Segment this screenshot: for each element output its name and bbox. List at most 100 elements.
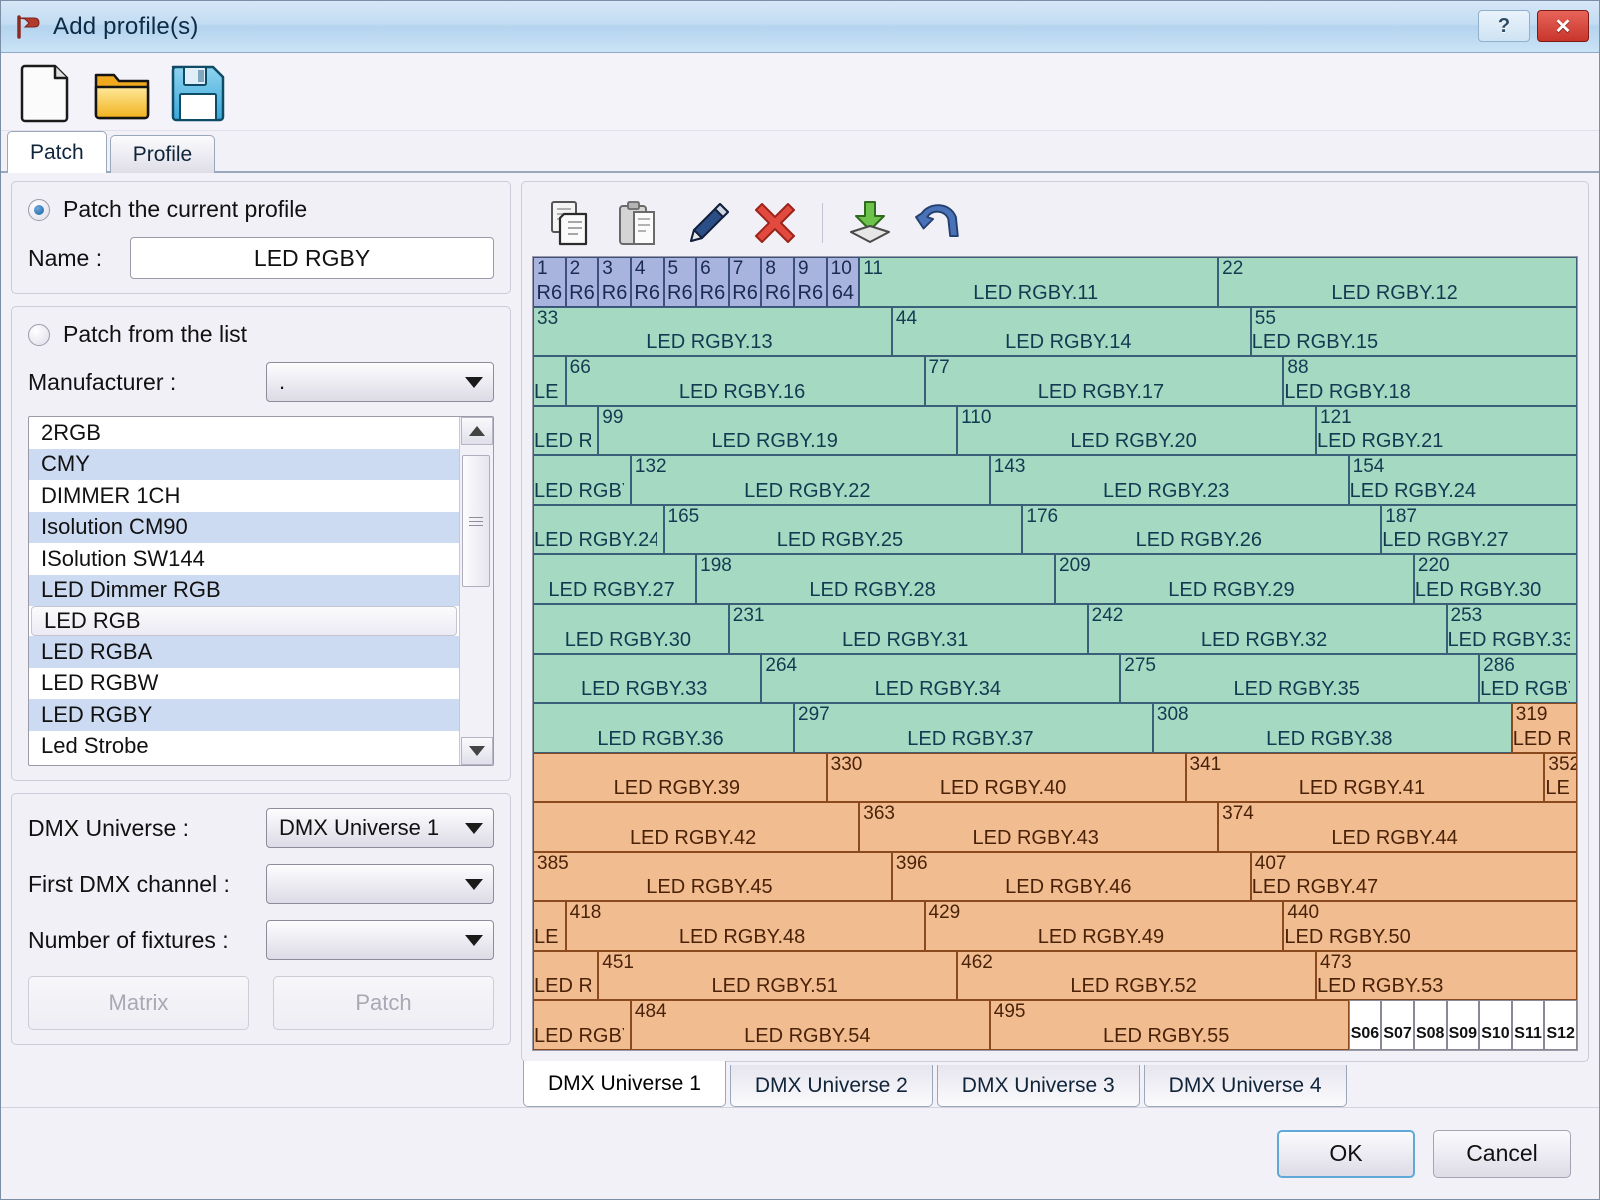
dmx-fixture-cell[interactable]: 99LED RGBY.19 <box>598 406 957 456</box>
radio-patch-current-profile[interactable]: Patch the current profile <box>28 196 494 223</box>
dmx-fixture-cell[interactable]: 407LED RGBY.47 <box>1251 852 1577 902</box>
profile-listbox[interactable]: 2RGBCMYDIMMER 1CHIsolution CM90ISolution… <box>28 416 494 766</box>
undo-arrow-icon[interactable] <box>913 198 963 248</box>
matrix-button[interactable]: Matrix <box>28 976 249 1030</box>
list-item[interactable]: LED RGB <box>31 606 457 636</box>
new-file-icon[interactable] <box>15 61 77 123</box>
dmx-fixture-cell[interactable]: LED RGBY.42 <box>533 802 859 852</box>
patch-button[interactable]: Patch <box>273 976 494 1030</box>
first-dmx-channel-select[interactable] <box>266 864 494 904</box>
dmx-fixture-cell[interactable]: 198LED RGBY.28 <box>696 554 1055 604</box>
dmx-spare-channel-cell[interactable]: S06 <box>1349 1000 1382 1050</box>
dmx-fixture-cell[interactable]: 374LED RGBY.44 <box>1218 802 1577 852</box>
dmx-channel-cell[interactable]: 9R6 <box>794 257 827 307</box>
close-button[interactable]: ✕ <box>1537 10 1589 42</box>
dmx-fixture-cell[interactable]: 253LED RGBY.33 <box>1447 604 1578 654</box>
tab-profile[interactable]: Profile <box>110 135 216 173</box>
dmx-universe-select[interactable]: DMX Universe 1 <box>266 808 494 848</box>
dmx-fixture-cell[interactable]: 440LED RGBY.50 <box>1283 901 1577 951</box>
list-item[interactable]: Led Strobe <box>29 731 459 763</box>
ok-button[interactable]: OK <box>1277 1130 1415 1178</box>
dmx-fixture-cell[interactable]: 396LED RGBY.46 <box>892 852 1251 902</box>
dmx-fixture-cell[interactable]: 231LED RGBY.31 <box>729 604 1088 654</box>
dmx-spare-channel-cell[interactable]: S09 <box>1447 1000 1480 1050</box>
delete-x-icon[interactable] <box>750 198 800 248</box>
dmx-fixture-cell[interactable]: 451LED RGBY.51 <box>598 951 957 1001</box>
dmx-fixture-cell[interactable]: 165LED RGBY.25 <box>664 505 1023 555</box>
dmx-fixture-cell[interactable]: 363LED RGBY.43 <box>859 802 1218 852</box>
cancel-button[interactable]: Cancel <box>1433 1130 1571 1178</box>
universe-tab-2[interactable]: DMX Universe 2 <box>730 1065 933 1107</box>
scroll-up-arrow-icon[interactable] <box>461 417 493 445</box>
dmx-fixture-cell[interactable]: 110LED RGBY.20 <box>957 406 1316 456</box>
radio-patch-from-list[interactable]: Patch from the list <box>28 321 494 348</box>
dmx-fixture-cell[interactable]: LED RGBY.33 <box>533 654 761 704</box>
dmx-channel-cell[interactable]: 3R6 <box>598 257 631 307</box>
dmx-spare-channel-cell[interactable]: S08 <box>1414 1000 1447 1050</box>
import-down-arrow-icon[interactable] <box>845 198 895 248</box>
edit-pen-icon[interactable] <box>682 198 732 248</box>
list-item[interactable]: DIMMER 1CH <box>29 480 459 512</box>
universe-tab-3[interactable]: DMX Universe 3 <box>937 1065 1140 1107</box>
dmx-spare-channel-cell[interactable]: S10 <box>1479 1000 1512 1050</box>
tab-patch[interactable]: Patch <box>7 131 107 173</box>
dmx-fixture-cell[interactable]: 264LED RGBY.34 <box>761 654 1120 704</box>
list-item[interactable]: LED RGBY <box>29 699 459 731</box>
dmx-fixture-cell[interactable]: 77LED RGBY.17 <box>925 356 1284 406</box>
universe-tab-1[interactable]: DMX Universe 1 <box>523 1061 726 1107</box>
dmx-channel-cell[interactable]: 8R6 <box>761 257 794 307</box>
dmx-channel-grid[interactable]: 1R62R63R64R65R66R67R68R69R6106411LED RGB… <box>533 257 1577 1050</box>
dmx-fixture-cell[interactable]: 220LED RGBY.30 <box>1414 554 1577 604</box>
dmx-channel-cell[interactable]: 1R6 <box>533 257 566 307</box>
dmx-fixture-cell[interactable]: LED RGBY.27 <box>533 554 696 604</box>
dmx-fixture-cell[interactable]: 275LED RGBY.35 <box>1120 654 1479 704</box>
dmx-fixture-cell[interactable]: LED RGBY.30 <box>533 604 729 654</box>
dmx-spare-channel-cell[interactable]: S07 <box>1381 1000 1414 1050</box>
open-folder-icon[interactable] <box>91 61 153 123</box>
paste-icon[interactable] <box>614 198 664 248</box>
number-of-fixtures-select[interactable] <box>266 920 494 960</box>
dmx-fixture-cell[interactable]: LED RGBY.47 <box>533 901 566 951</box>
dmx-fixture-cell[interactable]: 11LED RGBY.11 <box>859 257 1218 307</box>
dmx-spare-channel-cell[interactable]: S12 <box>1544 1000 1577 1050</box>
dmx-fixture-cell[interactable]: 319LED RGBY.39 <box>1512 703 1577 753</box>
dmx-fixture-cell[interactable]: 385LED RGBY.45 <box>533 852 892 902</box>
dmx-fixture-cell[interactable]: 308LED RGBY.38 <box>1153 703 1512 753</box>
list-item[interactable]: LED RGBW <box>29 668 459 700</box>
list-item[interactable]: 2RGB <box>29 417 459 449</box>
universe-tab-4[interactable]: DMX Universe 4 <box>1144 1065 1347 1107</box>
list-item[interactable]: ISolution SW144 <box>29 543 459 575</box>
help-button[interactable]: ? <box>1478 10 1530 42</box>
dmx-fixture-cell[interactable]: LED RGBY.53 <box>533 1000 631 1050</box>
dmx-fixture-cell[interactable]: 297LED RGBY.37 <box>794 703 1153 753</box>
dmx-fixture-cell[interactable]: 33LED RGBY.13 <box>533 307 892 357</box>
dmx-channel-cell[interactable]: 1064 <box>827 257 860 307</box>
dmx-fixture-cell[interactable]: 209LED RGBY.29 <box>1055 554 1414 604</box>
dmx-channel-cell[interactable]: 7R6 <box>729 257 762 307</box>
dmx-fixture-cell[interactable]: 473LED RGBY.53 <box>1316 951 1577 1001</box>
scroll-down-arrow-icon[interactable] <box>461 737 493 765</box>
dmx-channel-cell[interactable]: 2R6 <box>566 257 599 307</box>
dmx-fixture-cell[interactable]: 418LED RGBY.48 <box>566 901 925 951</box>
dmx-fixture-cell[interactable]: LED RGBY.18 <box>533 406 598 456</box>
dmx-fixture-cell[interactable]: 121LED RGBY.21 <box>1316 406 1577 456</box>
dmx-fixture-cell[interactable]: 429LED RGBY.49 <box>925 901 1284 951</box>
manufacturer-select[interactable]: . <box>266 362 494 402</box>
dmx-fixture-cell[interactable]: 22LED RGBY.12 <box>1218 257 1577 307</box>
list-item[interactable]: CMY <box>29 449 459 481</box>
dmx-fixture-cell[interactable]: 242LED RGBY.32 <box>1088 604 1447 654</box>
dmx-fixture-cell[interactable]: 352LED RGBY.42 <box>1544 753 1577 803</box>
dmx-fixture-cell[interactable]: LED RGBY.15 <box>533 356 566 406</box>
dmx-fixture-cell[interactable]: 484LED RGBY.54 <box>631 1000 990 1050</box>
dmx-fixture-cell[interactable]: 55LED RGBY.15 <box>1251 307 1577 357</box>
dmx-channel-cell[interactable]: 6R6 <box>696 257 729 307</box>
dmx-fixture-cell[interactable]: 88LED RGBY.18 <box>1283 356 1577 406</box>
dmx-fixture-cell[interactable]: LED RGBY.50 <box>533 951 598 1001</box>
save-floppy-icon[interactable] <box>167 61 229 123</box>
list-item[interactable]: LED RGBA <box>29 636 459 668</box>
dmx-channel-cell[interactable]: 5R6 <box>664 257 697 307</box>
list-item[interactable]: LED Dimmer RGB <box>29 575 459 607</box>
dmx-fixture-cell[interactable]: 286LED RGBY.36 <box>1479 654 1577 704</box>
dmx-fixture-cell[interactable]: LED RGBY.39 <box>533 753 827 803</box>
list-item[interactable]: Isolution CM90 <box>29 512 459 544</box>
